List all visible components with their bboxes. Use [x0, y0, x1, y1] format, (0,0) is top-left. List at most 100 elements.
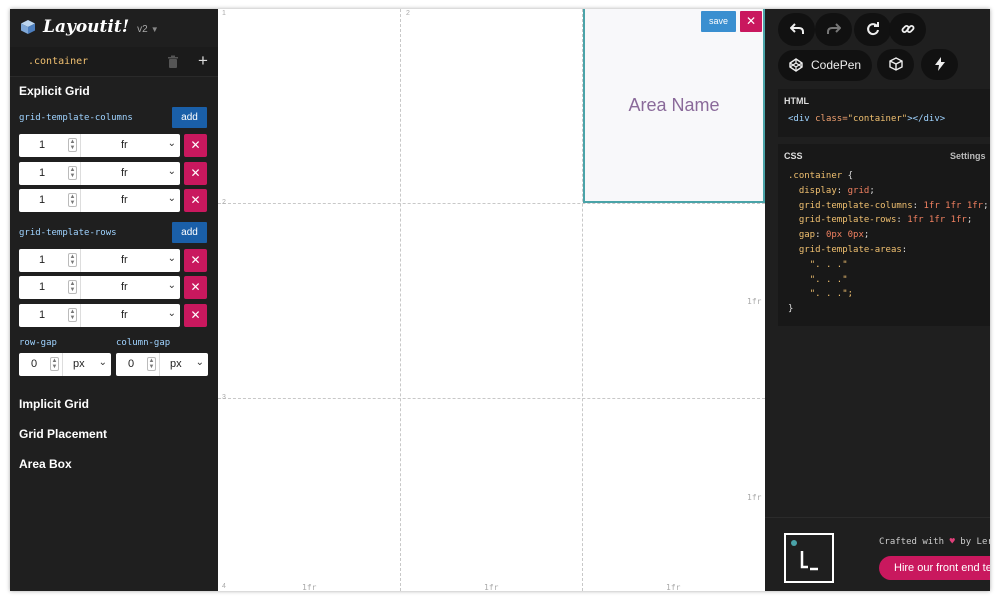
row-gap-unit-select[interactable]: px ⌄ [63, 353, 111, 376]
codepen-icon [789, 58, 803, 72]
row-3-unit-select[interactable]: fr ⌄ [81, 304, 180, 327]
chevron-down-icon: ⌄ [167, 138, 176, 149]
row-size-label: 1fr [747, 493, 762, 502]
row-gap-value-input[interactable]: 0 ▲ ▼ [19, 353, 63, 376]
delete-row-2-button[interactable]: ✕ [184, 276, 207, 299]
grid-placement-section[interactable]: Grid Placement [19, 427, 107, 441]
row-size-label: 1fr [747, 297, 762, 306]
column-track-1: 1 ▲ ▼ fr ⌄ ✕ [19, 134, 209, 157]
share-link-button[interactable] [889, 13, 926, 46]
add-row-button[interactable]: add [172, 222, 207, 243]
css-code[interactable]: .container { display: grid; grid-templat… [788, 169, 989, 317]
stepper-icon[interactable]: ▲ ▼ [68, 308, 77, 322]
selector-row: .container + [10, 47, 218, 77]
sidebar: Layoutit! v2 ▼ .container + Explicit Gri… [10, 9, 218, 591]
footer: Crafted with ♥ by Ler Hire our front end… [765, 517, 990, 591]
column-2-unit-select[interactable]: fr ⌄ [81, 162, 180, 185]
chevron-down-icon: ⌄ [98, 357, 107, 368]
delete-row-1-button[interactable]: ✕ [184, 249, 207, 272]
delete-column-1-button[interactable]: ✕ [184, 134, 207, 157]
column-3-value-input[interactable]: 1 ▲ ▼ [19, 189, 81, 212]
stepper-icon[interactable]: ▲ ▼ [68, 280, 77, 294]
cancel-area-button[interactable]: ✕ [740, 11, 762, 32]
column-track-2: 1 ▲ ▼ fr ⌄ ✕ [19, 162, 209, 185]
explicit-grid-title[interactable]: Explicit Grid [19, 84, 90, 98]
app-window: Layoutit! v2 ▼ .container + Explicit Gri… [10, 9, 990, 591]
grid-area-box[interactable]: Area Name save ✕ [583, 9, 765, 203]
stepper-icon[interactable]: ▲ ▼ [50, 357, 59, 371]
area-name-input[interactable]: Area Name [585, 95, 763, 116]
chevron-down-icon: ⌄ [167, 193, 176, 204]
stepper-icon[interactable]: ▲ ▼ [147, 357, 156, 371]
cube-icon [888, 57, 903, 71]
codepen-button[interactable]: CodePen [778, 50, 872, 81]
code-panel: CodePen HTML <div class="container"></di… [765, 9, 990, 591]
area-box-section[interactable]: Area Box [19, 457, 72, 471]
delete-column-3-button[interactable]: ✕ [184, 189, 207, 212]
column-gap-value-input[interactable]: 0 ▲ ▼ [116, 353, 160, 376]
delete-column-2-button[interactable]: ✕ [184, 162, 207, 185]
redo-icon [826, 23, 841, 34]
add-column-button[interactable]: add [172, 107, 207, 128]
row-track-1: 1 ▲ ▼ fr ⌄ ✕ [19, 249, 209, 272]
column-size-label: 1fr [666, 583, 681, 591]
row-1-value-input[interactable]: 1 ▲ ▼ [19, 249, 81, 272]
column-2-value-input[interactable]: 1 ▲ ▼ [19, 162, 81, 185]
column-1-value-input[interactable]: 1 ▲ ▼ [19, 134, 81, 157]
row-line-3 [218, 398, 765, 399]
codesandbox-button[interactable] [877, 49, 914, 80]
reset-button[interactable] [854, 13, 891, 46]
heart-icon: ♥ [949, 537, 955, 547]
html-title: HTML [784, 96, 809, 106]
row-2-unit-select[interactable]: fr ⌄ [81, 276, 180, 299]
column-3-unit-select[interactable]: fr ⌄ [81, 189, 180, 212]
stepper-icon[interactable]: ▲ ▼ [68, 166, 77, 180]
column-line-number: 2 [406, 10, 410, 17]
row-3-value-input[interactable]: 1 ▲ ▼ [19, 304, 81, 327]
trash-icon[interactable] [167, 55, 179, 68]
implicit-grid-section[interactable]: Implicit Grid [19, 397, 89, 411]
row-track-2: 1 ▲ ▼ fr ⌄ ✕ [19, 276, 209, 299]
css-title: CSS [784, 151, 803, 161]
column-size-label: 1fr [484, 583, 499, 591]
grid-canvas[interactable]: 1 2 2 3 4 1fr 1fr 1fr 1fr 1fr 1fr Area N… [218, 9, 765, 591]
chevron-down-icon: ⌄ [167, 253, 176, 264]
row-1-unit-select[interactable]: fr ⌄ [81, 249, 180, 272]
hire-button[interactable]: Hire our front end te [879, 556, 990, 580]
row-line-number: 4 [222, 583, 226, 590]
crafted-credit: Crafted with ♥ by Ler [879, 537, 990, 547]
html-code-box: HTML <div class="container"></div> [778, 89, 990, 137]
html-code[interactable]: <div class="container"></div> [788, 112, 945, 127]
quick-action-button[interactable] [921, 49, 958, 80]
delete-row-3-button[interactable]: ✕ [184, 304, 207, 327]
row-track-3: 1 ▲ ▼ fr ⌄ ✕ [19, 304, 209, 327]
caret-down-icon[interactable]: ▼ [151, 25, 159, 34]
brand[interactable]: Layoutit! v2 ▼ [20, 16, 159, 38]
save-area-button[interactable]: save [701, 11, 736, 32]
column-size-label: 1fr [302, 583, 317, 591]
undo-button[interactable] [778, 13, 815, 46]
studio-logo[interactable] [784, 533, 834, 583]
column-line-number: 1 [222, 10, 226, 17]
css-code-box: CSS Settings .container { display: grid;… [778, 144, 990, 326]
add-item-icon[interactable]: + [198, 51, 208, 71]
refresh-icon [866, 22, 879, 36]
row-2-value-input[interactable]: 1 ▲ ▼ [19, 276, 81, 299]
column-gap-label: column-gap [116, 338, 171, 348]
chevron-down-icon: ⌄ [167, 280, 176, 291]
version-label[interactable]: v2 [137, 24, 148, 35]
chevron-down-icon: ⌄ [167, 166, 176, 177]
container-selector[interactable]: .container [28, 56, 88, 67]
settings-link[interactable]: Settings [950, 151, 986, 161]
cube-logo-icon [21, 20, 35, 34]
stepper-icon[interactable]: ▲ ▼ [68, 253, 77, 267]
column-1-unit-select[interactable]: fr ⌄ [81, 134, 180, 157]
chevron-down-icon: ⌄ [167, 308, 176, 319]
redo-button[interactable] [815, 13, 852, 46]
row-gap-label: row-gap [19, 338, 57, 348]
logo-mark-icon [791, 540, 818, 571]
row-line-2 [218, 203, 765, 204]
column-gap-unit-select[interactable]: px ⌄ [160, 353, 208, 376]
stepper-icon[interactable]: ▲ ▼ [68, 193, 77, 207]
stepper-icon[interactable]: ▲ ▼ [68, 138, 77, 152]
